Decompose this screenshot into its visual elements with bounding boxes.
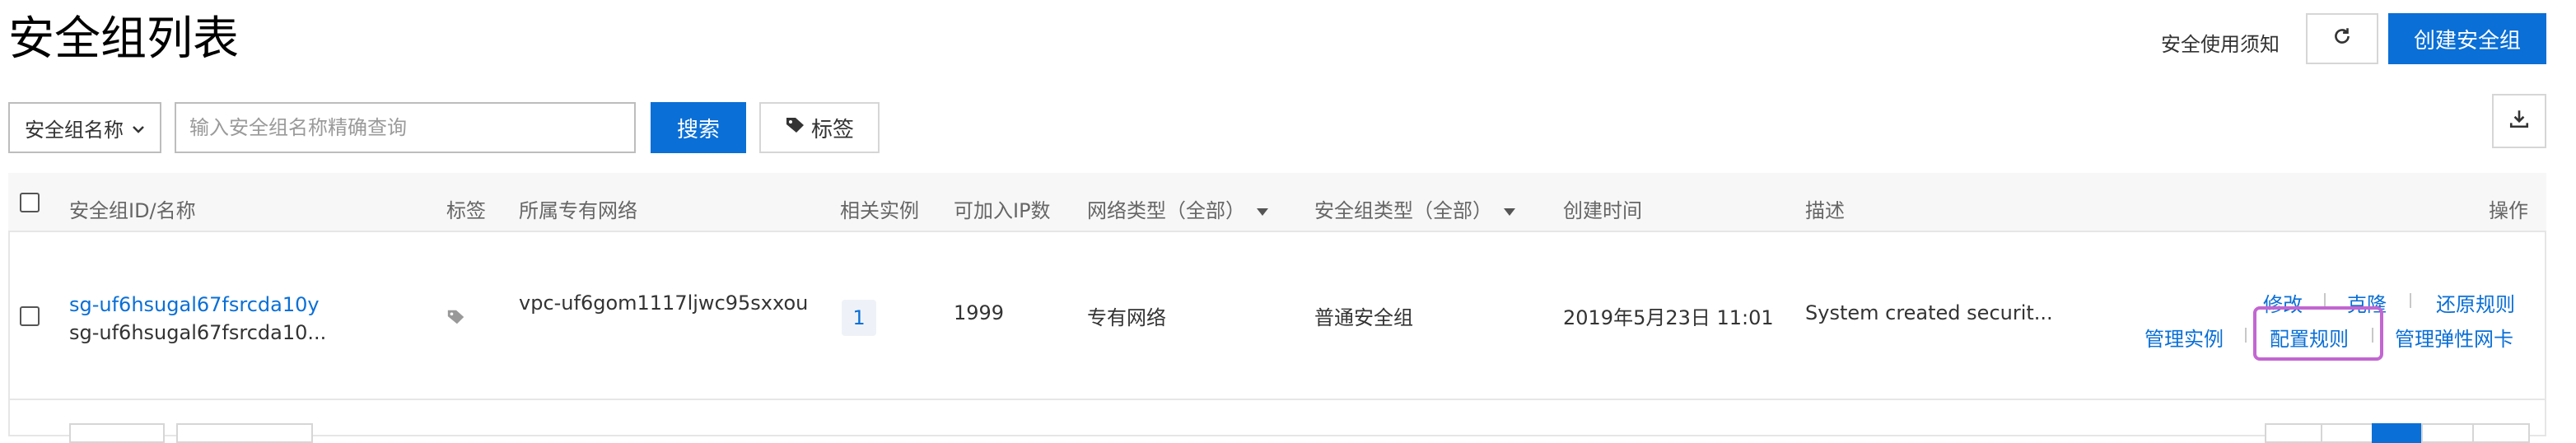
column-header-description: 描述 [1805, 199, 1845, 222]
vpc-id: vpc-uf6gom1117ljwc95sxxou [519, 291, 809, 315]
tag-filter-label: 标签 [810, 117, 854, 142]
caret-down-icon [1504, 208, 1515, 216]
search-button[interactable]: 搜索 [651, 102, 746, 153]
footer-button[interactable] [69, 423, 165, 443]
footer-button[interactable] [176, 423, 313, 443]
column-header-actions: 操作 [2489, 199, 2528, 222]
sg-id-link[interactable]: sg-uf6hsugal67fsrcda10y [69, 293, 320, 316]
action-separator [2245, 328, 2247, 343]
create-security-group-button[interactable]: 创建安全组 [2388, 13, 2546, 64]
refresh-button[interactable] [2306, 13, 2378, 64]
download-icon [2508, 108, 2530, 135]
caret-down-icon [1257, 208, 1268, 216]
column-header-created: 创建时间 [1563, 199, 1642, 222]
tag-icon [785, 115, 806, 140]
created-time: 2019年5月23日 11:01 [1563, 306, 1774, 329]
security-notice-link[interactable]: 安全使用须知 [2161, 28, 2280, 57]
pagination-next[interactable] [2472, 423, 2530, 443]
column-header-ip-count: 可加入IP数 [954, 199, 1051, 222]
ip-count: 1999 [954, 301, 1005, 324]
column-header-vpc: 所属专有网络 [519, 199, 637, 222]
chevron-down-icon [132, 116, 145, 139]
action-separator [2410, 293, 2411, 308]
tag-icon[interactable] [446, 308, 466, 329]
refresh-icon [2331, 26, 2353, 53]
instance-count-badge[interactable]: 1 [842, 300, 876, 336]
pagination-current-page[interactable] [2372, 423, 2423, 443]
select-all-checkbox[interactable] [20, 193, 40, 212]
row-divider [8, 399, 2546, 400]
sg-name: sg-uf6hsugal67fsrcda10... [69, 321, 327, 344]
tag-filter-button[interactable]: 标签 [759, 102, 880, 153]
restore-rules-link[interactable]: 还原规则 [2436, 288, 2515, 317]
description: System created securit... [1805, 301, 2053, 324]
download-button[interactable] [2492, 94, 2546, 148]
search-input[interactable] [175, 102, 636, 153]
network-type-label: 网络类型（全部） [1087, 199, 1245, 222]
page-title: 安全组列表 [8, 12, 239, 66]
search-field-label: 安全组名称 [25, 118, 124, 142]
sg-type: 普通安全组 [1314, 306, 1413, 329]
sg-type-label: 安全组类型（全部） [1314, 199, 1492, 222]
pagination-prev[interactable] [2265, 423, 2322, 443]
configure-rules-highlight [2253, 306, 2383, 361]
network-type: 专有网络 [1087, 306, 1166, 329]
manage-eni-link[interactable]: 管理弹性网卡 [2395, 323, 2513, 352]
pagination-page[interactable] [2321, 423, 2373, 443]
pagination-page[interactable] [2421, 423, 2474, 443]
column-header-tag: 标签 [446, 199, 486, 222]
column-header-id-name: 安全组ID/名称 [69, 199, 196, 222]
column-header-network-type[interactable]: 网络类型（全部） [1087, 194, 1268, 223]
column-header-sg-type[interactable]: 安全组类型（全部） [1314, 194, 1515, 223]
table-header [8, 173, 2546, 232]
manage-instances-link[interactable]: 管理实例 [2144, 323, 2224, 352]
row-checkbox[interactable] [20, 306, 40, 326]
column-header-instances: 相关实例 [840, 199, 919, 222]
search-field-select[interactable]: 安全组名称 [8, 102, 161, 153]
